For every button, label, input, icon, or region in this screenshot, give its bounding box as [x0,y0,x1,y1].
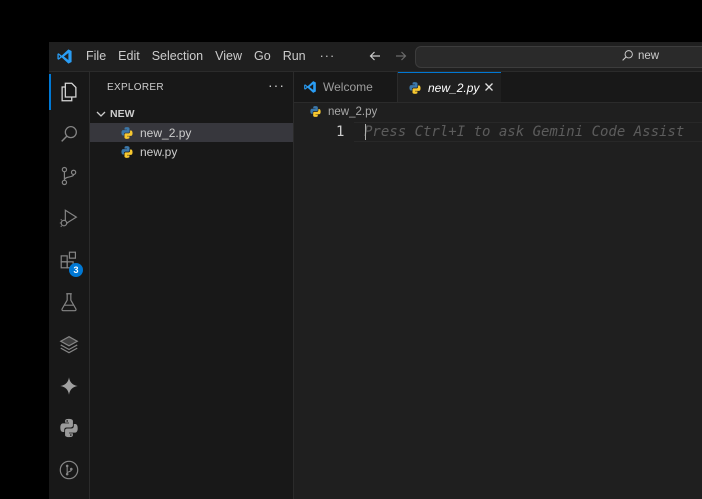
folder-new[interactable]: NEW [90,104,293,124]
tab-label: Welcome [323,80,373,94]
back-arrow-icon[interactable] [367,48,383,64]
search-content: new [621,49,659,62]
tab-label: new_2.py [428,80,480,95]
close-icon[interactable] [483,81,495,93]
python-icon [60,418,78,438]
tab-welcome[interactable]: Welcome [294,72,398,102]
activity-python[interactable] [49,408,89,448]
editor-area: Welcome new_2.py new_2.py 1 Press Ctrl+I… [294,72,702,499]
vscode-logo-icon [304,81,316,93]
python-file-icon [310,106,321,117]
menu-file[interactable]: File [80,42,112,71]
activity-gemini[interactable] [49,366,89,406]
menu-more[interactable]: ··· [312,42,342,71]
text-cursor [365,124,366,140]
search-icon [61,126,77,142]
nav-arrows [367,48,409,64]
tab-new-2-py[interactable]: new_2.py [398,72,501,102]
folder-label: NEW [110,108,135,120]
search-text: new [638,49,660,62]
python-file-icon [121,145,133,158]
testing-icon [61,293,77,312]
explorer-icon [61,82,77,102]
menu-bar: File Edit Selection View Go Run ··· [80,42,341,71]
menu-go[interactable]: Go [248,42,277,71]
explorer-title: EXPLORER [107,82,164,93]
layers-icon [59,335,79,354]
breadcrumb-file: new_2.py [328,105,378,118]
explorer-more-button[interactable]: ··· [268,77,285,93]
python-file-icon [409,81,421,94]
gemini-icon [60,377,78,395]
menu-selection[interactable]: Selection [146,42,209,71]
search-icon [622,50,633,61]
chevron-down-icon [96,111,106,117]
extensions-badge: 3 [69,263,83,277]
menu-view[interactable]: View [209,42,248,71]
run-debug-icon [59,209,78,228]
vscode-logo-icon [57,49,72,64]
git-graph-icon [59,460,79,480]
file-item-new[interactable]: new.py [90,142,293,161]
title-bar: File Edit Selection View Go Run ··· new [49,42,702,72]
line-number: 1 [336,124,345,140]
activity-git-graph[interactable] [49,450,89,490]
activity-extensions[interactable]: 3 [49,240,89,280]
activity-explorer[interactable] [49,72,89,112]
python-file-icon [121,126,133,139]
activity-source-control[interactable] [49,156,89,196]
file-label: new_2.py [140,125,192,140]
forward-arrow-icon[interactable] [393,48,409,64]
explorer-sidebar: EXPLORER ··· NEW new_2.py new.py [90,72,294,499]
menu-run[interactable]: Run [277,42,312,71]
file-label: new.py [140,144,178,159]
activity-testing[interactable] [49,282,89,322]
activity-bar: 3 [49,72,90,499]
source-control-icon [61,166,77,186]
activity-layers[interactable] [49,324,89,364]
menu-edit[interactable]: Edit [112,42,146,71]
editor-placeholder[interactable]: Press Ctrl+I to ask Gemini Code Assist [364,122,684,142]
file-item-new-2[interactable]: new_2.py [90,123,293,142]
breadcrumb[interactable]: new_2.py [309,105,377,118]
vscode-window: File Edit Selection View Go Run ··· new [49,42,702,499]
editor-tabs: Welcome new_2.py [294,72,702,103]
activity-search[interactable] [49,114,89,154]
command-center-search[interactable]: new [415,46,702,68]
activity-run-debug[interactable] [49,198,89,238]
